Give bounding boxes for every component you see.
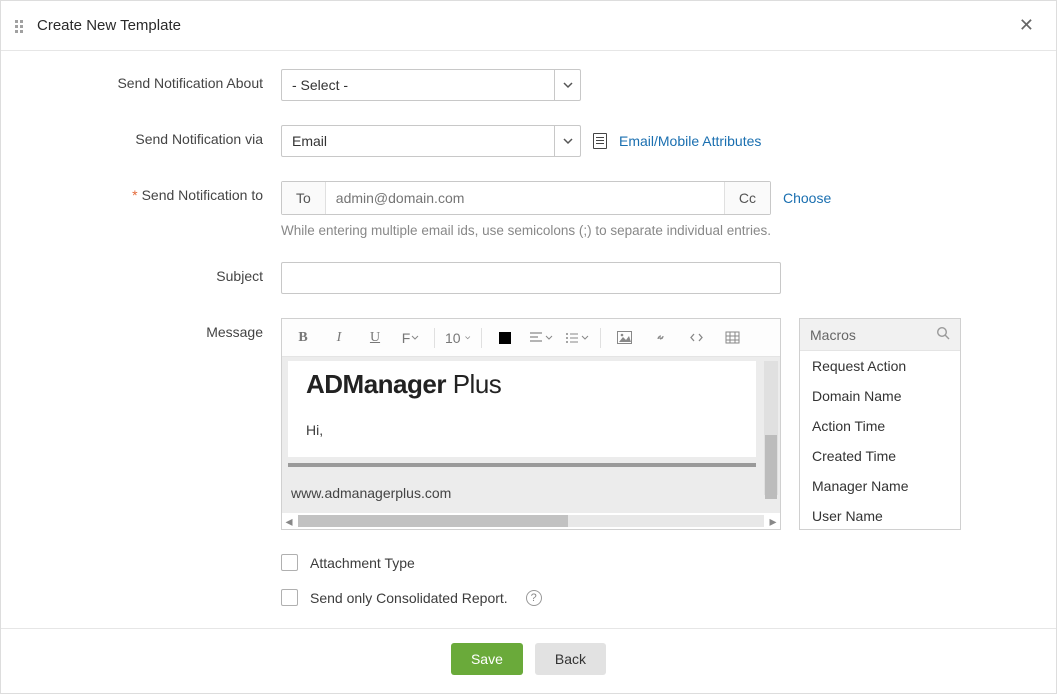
- text-color-button[interactable]: [492, 325, 518, 351]
- consolidated-report-label: Send only Consolidated Report.: [310, 590, 508, 606]
- macros-list: Request Action Domain Name Action Time C…: [800, 351, 960, 529]
- code-button[interactable]: [683, 325, 709, 351]
- required-star-icon: *: [132, 187, 137, 203]
- font-size-button[interactable]: 10: [445, 325, 471, 351]
- scroll-right-arrow-icon[interactable]: ▸: [766, 513, 780, 530]
- chevron-down-icon: [554, 70, 580, 100]
- to-addon[interactable]: To: [282, 182, 326, 214]
- vertical-scroll-thumb[interactable]: [765, 435, 777, 499]
- attachment-type-checkbox[interactable]: [281, 554, 298, 571]
- macro-item[interactable]: Action Time: [800, 411, 960, 441]
- select-notification-via[interactable]: Email: [281, 125, 581, 157]
- close-icon[interactable]: ✕: [1011, 11, 1042, 40]
- underline-button[interactable]: U: [362, 325, 388, 351]
- label-notification-via: Send Notification via: [41, 125, 281, 147]
- select-notification-about[interactable]: - Select -: [281, 69, 581, 101]
- macro-item[interactable]: Created Time: [800, 441, 960, 471]
- modal-title: Create New Template: [37, 17, 181, 34]
- select-notification-about-value: - Select -: [292, 77, 348, 93]
- horizontal-scroll-thumb[interactable]: [298, 515, 568, 527]
- list-button[interactable]: [564, 325, 590, 351]
- horizontal-scrollbar[interactable]: ◂ ▸: [282, 513, 780, 529]
- bold-button[interactable]: B: [290, 325, 316, 351]
- editor-body[interactable]: ADManager Plus Hi, www.admanagerplus.com: [282, 357, 780, 513]
- label-message: Message: [41, 318, 281, 340]
- macros-panel: Macros Request Action Domain Name Action…: [799, 318, 961, 530]
- macro-item[interactable]: Manager Name: [800, 471, 960, 501]
- label-notification-about: Send Notification About: [41, 69, 281, 91]
- macro-item[interactable]: Request Action: [800, 351, 960, 381]
- macro-item[interactable]: User Name: [800, 501, 960, 529]
- editor-toolbar: B I U F 10: [282, 319, 780, 357]
- recipient-input[interactable]: [326, 182, 724, 214]
- editor-content-greeting: Hi,: [306, 422, 738, 438]
- chevron-down-icon: [554, 126, 580, 156]
- scroll-left-arrow-icon[interactable]: ◂: [282, 513, 296, 530]
- align-button[interactable]: [528, 325, 554, 351]
- choose-recipient-link[interactable]: Choose: [783, 190, 831, 206]
- document-icon: [593, 133, 607, 149]
- label-subject: Subject: [41, 262, 281, 284]
- link-email-mobile-attributes[interactable]: Email/Mobile Attributes: [619, 133, 761, 149]
- drag-handle-icon[interactable]: [15, 20, 27, 32]
- recipient-hint: While entering multiple email ids, use s…: [281, 223, 771, 238]
- modal-header: Create New Template ✕: [1, 1, 1056, 51]
- back-button[interactable]: Back: [535, 643, 606, 675]
- macros-title: Macros: [810, 327, 856, 343]
- editor-content-url: www.admanagerplus.com: [288, 485, 774, 501]
- select-notification-via-value: Email: [292, 133, 327, 149]
- image-button[interactable]: [611, 325, 637, 351]
- editor-content-brand: ADManager Plus: [306, 369, 738, 400]
- vertical-scrollbar[interactable]: [764, 361, 778, 495]
- help-icon[interactable]: ?: [526, 590, 542, 606]
- editor-divider: [288, 463, 756, 467]
- consolidated-report-checkbox[interactable]: [281, 589, 298, 606]
- macro-item[interactable]: Domain Name: [800, 381, 960, 411]
- cc-addon[interactable]: Cc: [724, 182, 770, 214]
- modal-footer: Save Back: [1, 628, 1056, 693]
- label-notification-to: *Send Notification to: [41, 181, 281, 203]
- search-icon[interactable]: [936, 326, 950, 343]
- italic-button[interactable]: I: [326, 325, 352, 351]
- subject-input[interactable]: [281, 262, 781, 294]
- rich-text-editor: B I U F 10: [281, 318, 781, 530]
- table-button[interactable]: [719, 325, 745, 351]
- link-button[interactable]: [647, 325, 673, 351]
- recipient-group: To Cc: [281, 181, 771, 215]
- attachment-type-label: Attachment Type: [310, 555, 415, 571]
- save-button[interactable]: Save: [451, 643, 523, 675]
- font-family-button[interactable]: F: [398, 325, 424, 351]
